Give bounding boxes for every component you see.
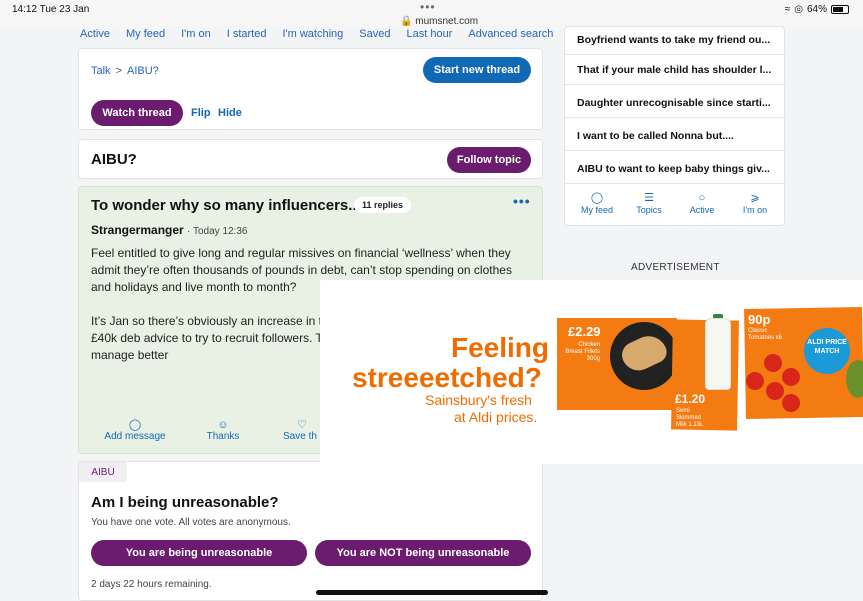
tab-im-watching[interactable]: I'm watching (282, 28, 343, 40)
trending-threads-card: Boyfriend wants to take my friend ou... … (564, 26, 786, 226)
tab-i-started[interactable]: I started (227, 28, 267, 40)
post-options-button[interactable]: ••• (513, 193, 531, 209)
add-message-button[interactable]: ◯ Add message (103, 419, 167, 442)
ad-subline-2: at Aldi prices. (454, 409, 538, 425)
tomato-image (782, 394, 800, 412)
ad-headline-1: Feeling (451, 332, 550, 363)
tomato-image (764, 354, 782, 372)
vote-not-unreasonable-button[interactable]: You are NOT being unreasonable (315, 540, 531, 566)
sidebar-nav-im-on[interactable]: ⩾ I'm on (735, 191, 775, 215)
location-icon: ◎ (794, 4, 803, 15)
ad-price-milk: £1.20 (675, 392, 706, 406)
topic-card: AIBU? Follow topic (78, 139, 543, 179)
ad-item-milk: Semi Skimmed Milk 1.13L (676, 408, 704, 428)
sidebar-nav: ◯ My feed ☰ Topics ○ Active ⩾ I'm on (565, 189, 786, 225)
poll-card: AIBU Am I being unreasonable? You have o… (78, 461, 543, 601)
sidebar-thread-link[interactable]: Daughter unrecognisable since starti... (565, 90, 786, 118)
price-match-badge: ALDI PRICE MATCH (804, 328, 850, 374)
address-bar[interactable]: 🔒 mumsnet.com (400, 16, 478, 27)
tomato-image (782, 368, 800, 386)
nav-label: My feed (580, 205, 613, 215)
tomato-image (766, 382, 784, 400)
ad-item-tomatoes: Classic Tomatoes x6 (748, 328, 783, 341)
post-author-line: Strangermanger · Today 12:36 (91, 223, 247, 237)
url-text: mumsnet.com (415, 16, 479, 27)
tab-im-on[interactable]: I'm on (181, 28, 211, 40)
sidebar-thread-link[interactable]: Boyfriend wants to take my friend ou... (565, 27, 786, 55)
ad-item-chicken: Chicken Breast Fillets 300g (565, 342, 600, 362)
sidebar-thread-link[interactable]: AIBU to want to keep baby things giv... (565, 156, 786, 184)
thanks-icon: ☺ (217, 419, 229, 431)
nav-label: Topics (636, 205, 662, 215)
sidebar-nav-topics[interactable]: ☰ Topics (629, 191, 669, 215)
ad-price-tomatoes: 90p (748, 312, 771, 327)
home-indicator[interactable] (316, 590, 548, 595)
advert-banner[interactable]: Feeling streeeetched? Sainsbury's fresh … (320, 280, 863, 464)
milk-bottle-image (705, 318, 731, 390)
breadcrumb-aibu[interactable]: AIBU? (127, 65, 159, 77)
tab-last-hour[interactable]: Last hour (406, 28, 452, 40)
poll-title: Am I being unreasonable? (91, 494, 279, 511)
ad-headline-2: streeeetched? (352, 362, 542, 393)
speech-bubble-icon: ◯ (128, 419, 142, 431)
tab-advanced-search[interactable]: Advanced search (468, 28, 553, 40)
start-new-thread-button[interactable]: Start new thread (423, 57, 531, 83)
status-icons: ≈ ◎ 64% (785, 4, 849, 15)
advertisement-label: ADVERTISEMENT (631, 262, 720, 273)
thread-filter-tabs: Active My feed I'm on I started I'm watc… (80, 28, 553, 40)
thread-header-card: Talk > AIBU? Start new thread Watch thread… (78, 48, 543, 130)
thanks-label: Thanks (206, 431, 240, 442)
nav-label: I'm on (742, 205, 768, 215)
browser-menu-dots[interactable]: ••• (420, 0, 436, 14)
tomato-image (746, 372, 764, 390)
sidebar-thread-link[interactable]: That if your male child has shoulder l..… (565, 57, 786, 85)
add-message-label: Add message (104, 431, 166, 442)
save-thread-button[interactable]: ♡ Save th (283, 419, 323, 442)
tab-saved[interactable]: Saved (359, 28, 390, 40)
wifi-icon: ≈ (784, 4, 791, 15)
sidebar-thread-link[interactable]: I want to be called Nonna but.... (565, 123, 786, 151)
ad-price-chicken: £2.29 (568, 324, 601, 339)
post-date: · Today 12:36 (187, 226, 248, 237)
tab-my-feed[interactable]: My feed (126, 28, 165, 40)
poll-topic-tag[interactable]: AIBU (79, 462, 127, 482)
thanks-button[interactable]: ☺ Thanks (203, 419, 243, 442)
flip-link[interactable]: Flip (191, 107, 211, 119)
save-label: Save th (283, 431, 317, 442)
sidebar-nav-my-feed[interactable]: ◯ My feed (575, 191, 619, 215)
vote-unreasonable-button[interactable]: You are being unreasonable (91, 540, 307, 566)
topic-title: AIBU? (91, 151, 137, 168)
tab-active[interactable]: Active (80, 28, 110, 40)
pin-icon: ⩾ (750, 192, 760, 204)
hide-link[interactable]: Hide (218, 107, 242, 119)
ad-subline-1: Sainsbury's fresh (425, 392, 532, 408)
sidebar-nav-active[interactable]: ○ Active (683, 191, 721, 215)
feed-icon: ◯ (590, 192, 604, 204)
avocado-image (846, 360, 863, 398)
author-name[interactable]: Strangermanger (91, 223, 184, 237)
thread-title: To wonder why so many influencers... (91, 197, 361, 214)
replies-badge[interactable]: 11 replies (354, 197, 412, 213)
watch-thread-button[interactable]: Watch thread (91, 100, 183, 126)
battery-percent: 64% (806, 4, 827, 15)
breadcrumb-talk[interactable]: Talk (91, 65, 111, 77)
poll-time-remaining: 2 days 22 hours remaining. (91, 579, 212, 590)
status-time: 14:12 Tue 23 Jan (12, 4, 90, 15)
menu-icon: ☰ (644, 192, 654, 204)
poll-subtitle: You have one vote. All votes are anonymo… (91, 517, 291, 528)
follow-topic-button[interactable]: Follow topic (447, 147, 531, 173)
breadcrumb-separator: > (115, 65, 122, 77)
chat-icon: ○ (698, 192, 706, 204)
breadcrumb: Talk > AIBU? (91, 65, 159, 77)
nav-label: Active (689, 205, 715, 215)
battery-icon (831, 5, 849, 14)
heart-icon: ♡ (297, 419, 307, 431)
